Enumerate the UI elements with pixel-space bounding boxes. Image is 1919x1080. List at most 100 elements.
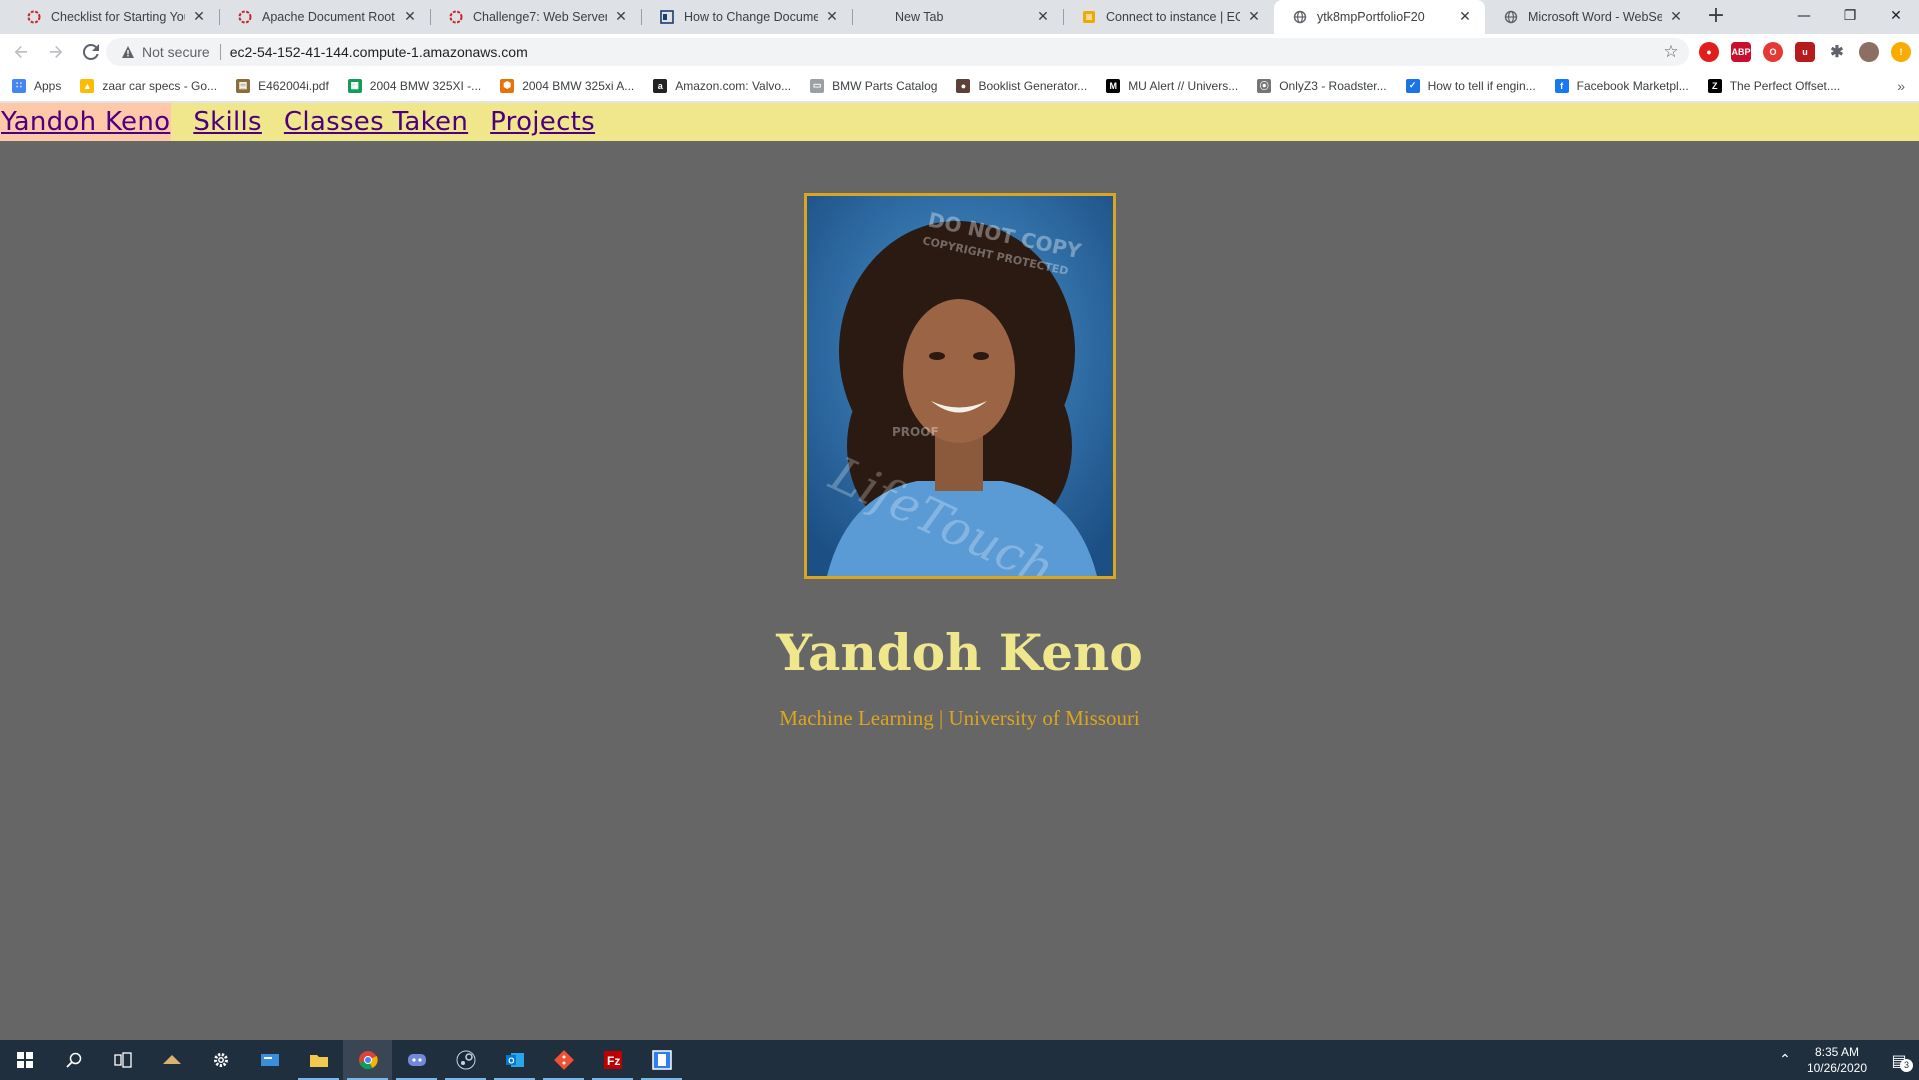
bookmark-label: Apps <box>34 78 62 93</box>
bookmark-item[interactable]: Z The Perfect Offset.... <box>1707 78 1841 93</box>
bookmark-label: MU Alert // Univers... <box>1128 78 1239 93</box>
bookmark-label: zaar car specs - Go... <box>102 78 218 93</box>
bookmark-item[interactable]: ▲ zaar car specs - Go... <box>80 78 218 93</box>
screen-icon[interactable] <box>245 1040 294 1080</box>
site-nav-link[interactable]: Yandoh Keno <box>0 103 172 141</box>
git-icon[interactable] <box>539 1040 588 1080</box>
site-nav-link[interactable]: Skills <box>193 103 262 141</box>
bookmark-item[interactable]: f Facebook Marketpl... <box>1554 78 1689 93</box>
ublock-icon[interactable]: u <box>1795 42 1815 62</box>
app-icon[interactable] <box>637 1040 686 1080</box>
bookmark-star-icon[interactable]: ☆ <box>1661 42 1681 62</box>
adblock-plus-icon[interactable]: ABP <box>1731 42 1751 62</box>
tab-list: Checklist for Starting Your E✕Apache Doc… <box>0 0 1696 34</box>
search-icon[interactable] <box>49 1040 98 1080</box>
tab-close-icon[interactable]: ✕ <box>613 9 629 25</box>
clock[interactable]: 8:35 AM 10/26/2020 <box>1807 1044 1867 1076</box>
back-button[interactable] <box>7 38 35 66</box>
tab-close-icon[interactable]: ✕ <box>824 9 840 25</box>
tab-close-icon[interactable]: ✕ <box>1035 9 1051 25</box>
file-explorer-icon[interactable] <box>294 1040 343 1080</box>
restore-button[interactable]: ❐ <box>1827 0 1873 32</box>
filezilla-icon[interactable]: Fz <box>588 1040 637 1080</box>
bookmark-item[interactable]: a Amazon.com: Valvo... <box>653 78 791 93</box>
browser-tab[interactable]: Microsoft Word - WebServe ✕ <box>1485 0 1696 34</box>
tab-close-icon[interactable]: ✕ <box>402 9 418 25</box>
extensions-area: ● ABP O u ✱ ! <box>1687 38 1911 66</box>
system-tray: ⌃ 8:35 AM 10/26/2020 ▤ 3 <box>1773 1040 1919 1080</box>
warning-triangle-icon <box>120 44 136 60</box>
url-text[interactable]: ec2-54-152-41-144.compute-1.amazonaws.co… <box>230 44 528 60</box>
browser-tab[interactable]: Checklist for Starting Your E ✕ <box>8 0 219 34</box>
browser-tab[interactable]: How to Change DocumentR ✕ <box>641 0 852 34</box>
steam-icon[interactable] <box>441 1040 490 1080</box>
window-controls: — ❐ ✕ <box>1781 0 1919 32</box>
close-window-button[interactable]: ✕ <box>1873 0 1919 32</box>
browser-toolbar: Not secure ec2-54-152-41-144.compute-1.a… <box>0 34 1919 70</box>
tab-close-icon[interactable]: ✕ <box>1457 9 1473 25</box>
game-icon[interactable] <box>147 1040 196 1080</box>
extensions-puzzle-icon[interactable]: ✱ <box>1827 42 1847 62</box>
browser-tab[interactable]: Challenge7: Web Servers ✕ <box>430 0 641 34</box>
start-icon[interactable] <box>0 1040 49 1080</box>
red-ring-icon <box>237 9 253 25</box>
blank-favicon-icon <box>870 9 886 25</box>
outlook-icon[interactable]: O <box>490 1040 539 1080</box>
taskbar-apps: O Fz <box>0 1040 686 1080</box>
site-nav-link[interactable]: Projects <box>490 103 595 141</box>
bookmark-label: Booklist Generator... <box>978 78 1088 93</box>
opera-extension-icon[interactable]: O <box>1763 42 1783 62</box>
site-nav-link[interactable]: Classes Taken <box>284 103 468 141</box>
drive-icon: ▲ <box>80 78 95 93</box>
bookmark-label: Facebook Marketpl... <box>1576 78 1689 93</box>
reload-button[interactable] <box>77 38 105 66</box>
bookmark-item[interactable]: ▭ BMW Parts Catalog <box>810 78 937 93</box>
amazon-icon: a <box>653 78 668 93</box>
bookmark-item[interactable]: ● Booklist Generator... <box>956 78 1088 93</box>
tab-strip: Checklist for Starting Your E✕Apache Doc… <box>0 0 1919 34</box>
watermark-proof: PROOF <box>892 425 939 439</box>
tab-title: Microsoft Word - WebServe <box>1528 10 1662 24</box>
bookmark-item[interactable]: ∷ Apps <box>12 78 62 93</box>
chrome-icon[interactable] <box>343 1040 392 1080</box>
bookmark-item[interactable]: ▤ E462004i.pdf <box>236 78 329 93</box>
more-bookmarks-icon[interactable]: » <box>1897 78 1905 94</box>
minimize-button[interactable]: — <box>1781 0 1827 32</box>
bookmark-item[interactable]: ▦ 2004 BMW 325XI -... <box>347 78 481 93</box>
action-center-button[interactable]: ▤ 3 <box>1879 1040 1919 1080</box>
bookmark-item[interactable]: ⦿ OnlyZ3 - Roadster... <box>1257 78 1387 93</box>
address-bar[interactable]: Not secure ec2-54-152-41-144.compute-1.a… <box>106 38 1689 66</box>
bookmark-label: How to tell if engin... <box>1427 78 1536 93</box>
portrait-photo: DO NOT COPY COPYRIGHT PROTECTED PROOF Li… <box>804 193 1116 579</box>
bookmark-list: ∷ Apps ▲ zaar car specs - Go... ▤ E462004i.pd… <box>12 78 1859 93</box>
forward-button[interactable] <box>42 38 70 66</box>
tab-title: ytk8mpPortfolioF20 <box>1317 10 1425 24</box>
browser-tab[interactable]: ytk8mpPortfolioF20 ✕ <box>1274 0 1485 34</box>
browser-tab[interactable]: Apache Document Root : 20 ✕ <box>219 0 430 34</box>
tab-close-icon[interactable]: ✕ <box>1246 9 1262 25</box>
clock-date: 10/26/2020 <box>1806 1061 1867 1075</box>
tab-close-icon[interactable]: ✕ <box>191 9 207 25</box>
bookmark-item[interactable]: M MU Alert // Univers... <box>1106 78 1239 93</box>
settings-gear-icon[interactable] <box>196 1040 245 1080</box>
tray-chevron-up-icon[interactable]: ⌃ <box>1773 1052 1797 1068</box>
bookmark-label: 2004 BMW 325xi A... <box>522 78 635 93</box>
discord-icon[interactable] <box>392 1040 441 1080</box>
reload-icon <box>83 44 99 60</box>
pdf-thumb-icon: ▤ <box>236 78 251 93</box>
browser-tab[interactable]: New Tab ✕ <box>852 0 1063 34</box>
update-alert-icon[interactable]: ! <box>1891 42 1911 62</box>
bookmark-label: The Perfect Offset.... <box>1729 78 1841 93</box>
profile-avatar[interactable] <box>1859 42 1879 62</box>
browser-tab[interactable]: Connect to instance | EC2 M ✕ <box>1063 0 1274 34</box>
new-tab-button[interactable]: + <box>1702 3 1730 31</box>
tab-close-icon[interactable]: ✕ <box>1668 9 1684 25</box>
task-view-icon[interactable] <box>98 1040 147 1080</box>
shield-extension-icon[interactable]: ● <box>1699 42 1719 62</box>
globe-icon <box>1292 9 1308 25</box>
forward-arrow-icon <box>50 46 63 58</box>
bookmark-item[interactable]: ✓ How to tell if engin... <box>1405 78 1536 93</box>
aws-cube-icon <box>1081 9 1097 25</box>
security-label[interactable]: Not secure <box>142 44 210 60</box>
bookmark-item[interactable]: ⬢ 2004 BMW 325xi A... <box>500 78 635 93</box>
